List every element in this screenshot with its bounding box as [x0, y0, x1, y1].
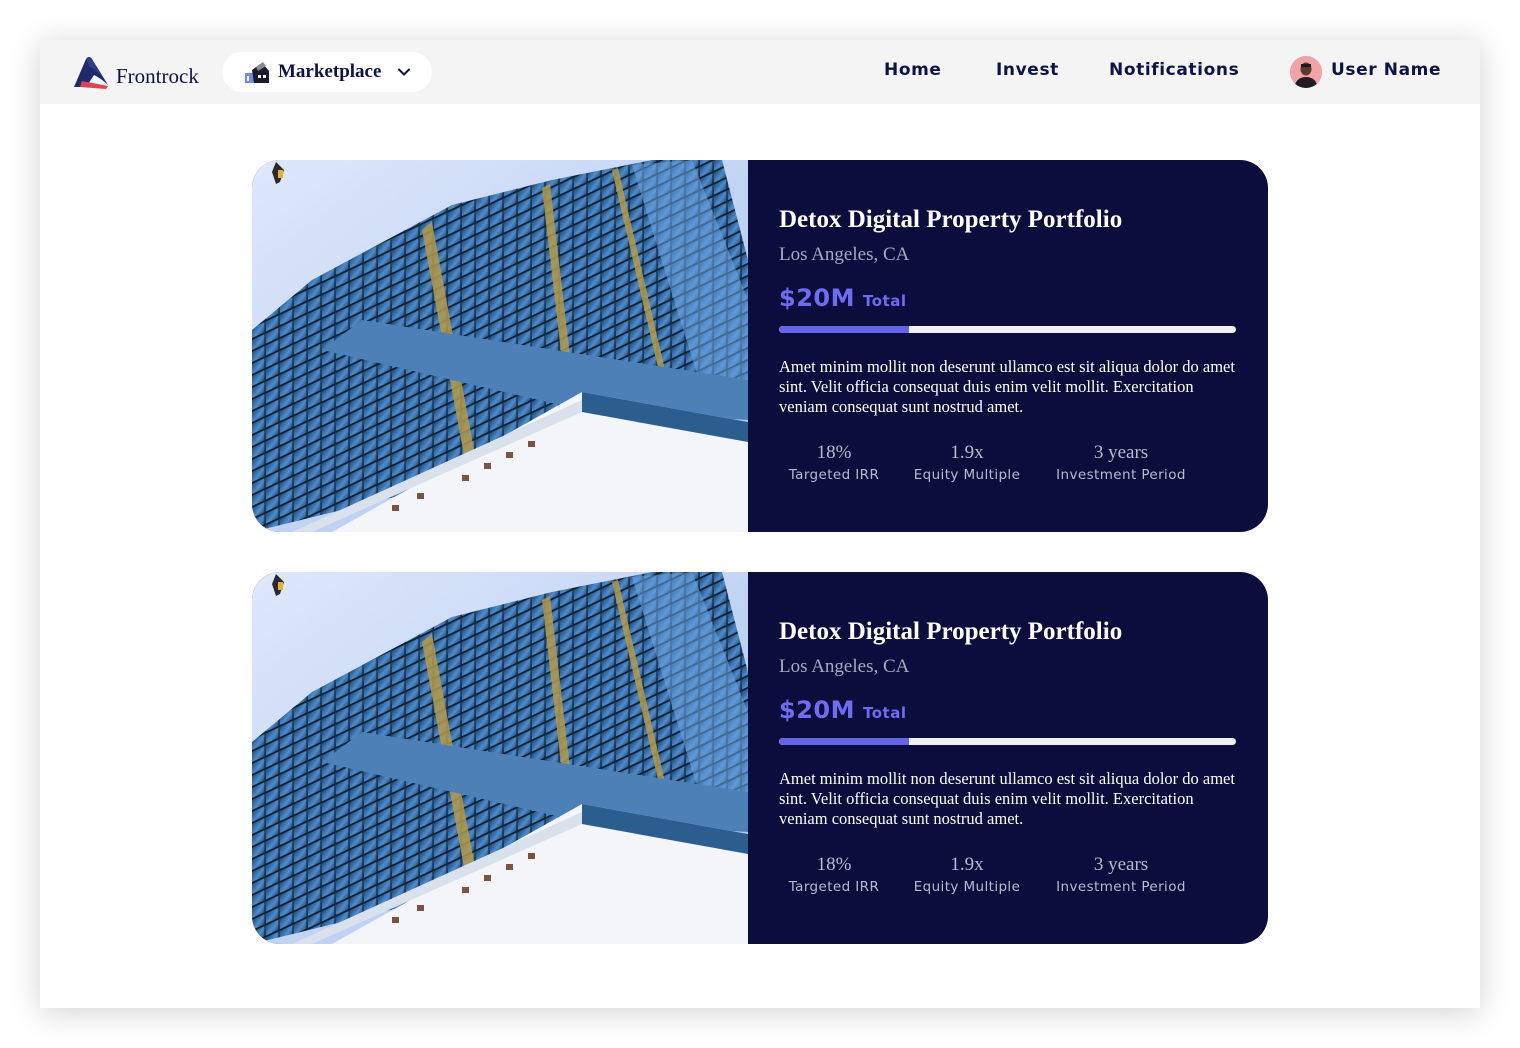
stats-row: 18% Targeted IRR 1.9x Equity Multiple 3 … — [779, 853, 1236, 903]
marketplace-label: Marketplace — [278, 61, 382, 82]
stat-label: Targeted IRR — [788, 467, 880, 483]
user-name[interactable]: User Name — [1331, 60, 1441, 80]
property-description: Amet minim mollit non deserunt ullamco e… — [779, 357, 1235, 416]
funding-progress-bar — [779, 326, 1236, 333]
avatar[interactable] — [1290, 56, 1322, 88]
stat-investment-period: 3 years Investment Period — [1045, 853, 1197, 895]
stat-label: Equity Multiple — [913, 879, 1021, 895]
marketplace-dropdown[interactable]: Marketplace — [222, 52, 432, 92]
stat-label: Investment Period — [1056, 467, 1186, 483]
total-amount-unit: Total — [862, 292, 907, 310]
amount-row: $20M Total — [779, 696, 1236, 724]
user-avatar-icon — [1290, 56, 1322, 88]
marketplace-icon — [245, 62, 269, 83]
frontrock-logo-icon — [74, 57, 108, 89]
chevron-down-icon — [398, 68, 411, 76]
funding-progress-fill — [779, 326, 910, 333]
stat-value: 18% — [816, 442, 852, 463]
brand-name: Frontrock — [116, 63, 199, 88]
nav-invest[interactable]: Invest — [996, 60, 1059, 80]
stat-equity-multiple: 1.9x Equity Multiple — [907, 853, 1027, 895]
property-location: Los Angeles, CA — [779, 656, 910, 677]
property-image — [252, 572, 748, 944]
funding-progress-fill — [779, 738, 910, 745]
nav-notifications[interactable]: Notifications — [1109, 60, 1239, 80]
property-title[interactable]: Detox Digital Property Portfolio — [779, 616, 1236, 648]
funding-progress-bar — [779, 738, 1236, 745]
total-amount: $20M — [779, 284, 855, 312]
top-navbar: Frontrock Marketplace Home Invest Notifi… — [40, 40, 1480, 104]
stat-irr: 18% Targeted IRR — [779, 853, 889, 895]
stat-value: 1.9x — [950, 854, 984, 875]
stat-equity-multiple: 1.9x Equity Multiple — [907, 441, 1027, 483]
stats-row: 18% Targeted IRR 1.9x Equity Multiple 3 … — [779, 441, 1236, 491]
total-amount: $20M — [779, 696, 855, 724]
total-amount-unit: Total — [862, 704, 907, 722]
stat-label: Investment Period — [1056, 879, 1186, 895]
property-card[interactable]: Detox Digital Property Portfolio Los Ang… — [252, 160, 1268, 532]
nav-home[interactable]: Home — [884, 60, 942, 80]
property-details: Detox Digital Property Portfolio Los Ang… — [748, 572, 1268, 944]
amount-row: $20M Total — [779, 284, 1236, 312]
app-window: Frontrock Marketplace Home Invest Notifi… — [40, 40, 1480, 1008]
stat-investment-period: 3 years Investment Period — [1045, 441, 1197, 483]
stat-label: Targeted IRR — [788, 879, 880, 895]
stat-value: 1.9x — [950, 442, 984, 463]
stat-value: 18% — [816, 854, 852, 875]
stat-label: Equity Multiple — [913, 467, 1021, 483]
brand-logo[interactable]: Frontrock — [72, 52, 199, 92]
stat-value: 3 years — [1093, 854, 1149, 875]
property-description: Amet minim mollit non deserunt ullamco e… — [779, 769, 1235, 828]
property-location: Los Angeles, CA — [779, 244, 910, 265]
stat-value: 3 years — [1093, 442, 1149, 463]
property-card[interactable]: Detox Digital Property Portfolio Los Ang… — [252, 572, 1268, 944]
property-title[interactable]: Detox Digital Property Portfolio — [779, 204, 1236, 236]
property-details: Detox Digital Property Portfolio Los Ang… — [748, 160, 1268, 532]
property-image — [252, 160, 748, 532]
stat-irr: 18% Targeted IRR — [779, 441, 889, 483]
